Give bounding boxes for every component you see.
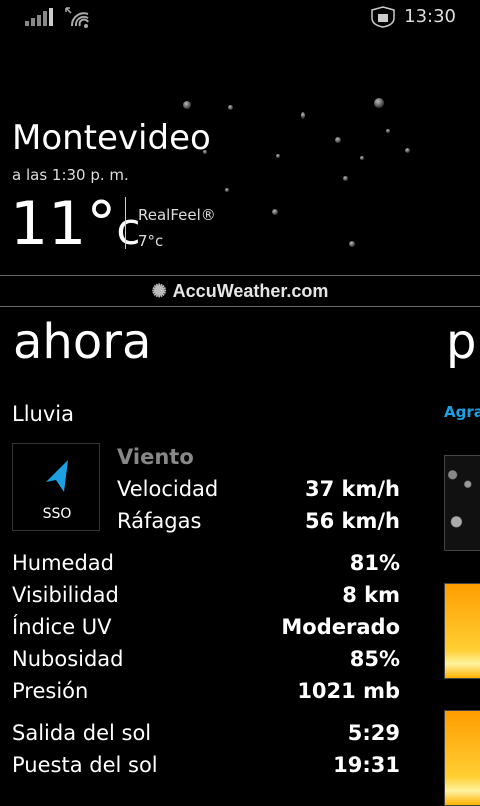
wind-direction-label: SSO: [42, 506, 72, 522]
accuweather-logo[interactable]: ✺ AccuWeather.com: [0, 281, 480, 302]
realfeel-label: RealFeel®: [138, 206, 216, 224]
divider-bottom: [0, 306, 480, 307]
visibility-label: Visibilidad: [12, 583, 119, 607]
wind-title: Viento: [117, 445, 194, 469]
divider-top: [0, 275, 480, 276]
current-temperature: 11°c: [10, 188, 141, 266]
brand-text: AccuWeather.com: [172, 281, 329, 301]
wind-gust-value: 56 km/h: [304, 509, 400, 533]
next-section-title-peek[interactable]: p: [446, 312, 476, 372]
pressure-label: Presión: [12, 679, 89, 703]
realfeel-value: 7°c: [138, 232, 164, 250]
temperature-unit: c: [116, 204, 141, 255]
uv-index-value: Moderado: [281, 615, 400, 639]
wind-gust-label: Ráfagas: [117, 509, 202, 533]
sunrise-value: 5:29: [347, 721, 400, 745]
cloud-cover-value: 85%: [349, 647, 400, 671]
wind-direction-tile: SSO: [12, 443, 100, 531]
forecast-sun-thumbnail[interactable]: [444, 583, 480, 679]
last-updated: a las 1:30 p. m.: [12, 166, 129, 184]
pressure-value: 1021 mb: [297, 679, 400, 703]
battery-saver-icon: [371, 6, 395, 28]
status-bar: 13:30: [0, 0, 480, 34]
forecast-sun-thumbnail[interactable]: [444, 710, 480, 806]
section-title-now[interactable]: ahora: [13, 312, 151, 372]
humidity-label: Humedad: [12, 551, 115, 575]
visibility-value: 8 km: [342, 583, 400, 607]
temperature-value: 11°: [10, 189, 117, 259]
sunset-value: 19:31: [333, 753, 400, 777]
next-section-subtitle-peek[interactable]: Agra: [444, 403, 480, 421]
signal-strength-icon: [25, 8, 53, 26]
weather-condition: Lluvia: [12, 402, 74, 426]
city-name: Montevideo: [12, 118, 211, 158]
status-time: 13:30: [404, 6, 456, 27]
forecast-rain-thumbnail[interactable]: [444, 455, 480, 551]
sunset-label: Puesta del sol: [12, 753, 158, 777]
uv-index-label: Índice UV: [12, 615, 112, 639]
wind-speed-label: Velocidad: [117, 477, 219, 501]
sun-icon: ✺: [151, 281, 167, 301]
wind-speed-value: 37 km/h: [304, 477, 400, 501]
wind-direction-arrow-icon: [46, 460, 68, 492]
cloud-cover-label: Nubosidad: [12, 647, 124, 671]
humidity-value: 81%: [349, 551, 400, 575]
wifi-icon: [65, 7, 89, 28]
temperature-divider: [125, 197, 126, 249]
sunrise-label: Salida del sol: [12, 721, 152, 745]
